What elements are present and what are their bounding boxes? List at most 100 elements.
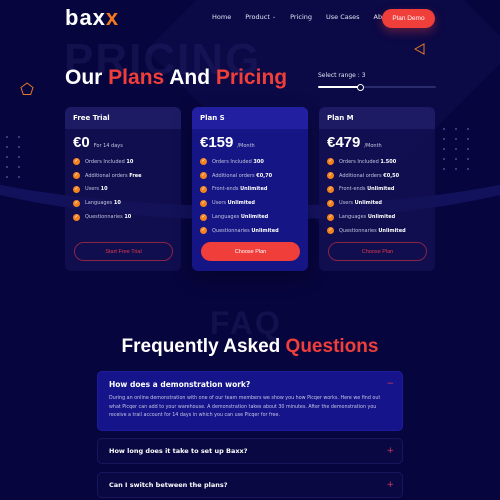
feature-text: Additional orders [339, 172, 382, 179]
feature-text: Questionnaries [85, 214, 123, 221]
plan-period: /Month [364, 143, 382, 149]
nav-item-product[interactable]: Product ⌄ [245, 13, 276, 21]
range-label: Select range : 3 [318, 72, 366, 79]
title-accent: Plans [108, 66, 165, 89]
feature-value: Unlimited [378, 227, 406, 234]
plan-card-plan-m: Plan M €479 /Month ✓ Orders Included 1.50… [319, 107, 435, 271]
feature-text: Languages [85, 200, 113, 207]
plan-period: /Month [237, 143, 255, 149]
plan-price: €0 [73, 134, 90, 151]
check-icon: ✓ [200, 185, 207, 193]
range-slider[interactable] [318, 83, 436, 91]
feature-value: 10 [100, 186, 108, 193]
plan-price: €159 [200, 134, 234, 151]
feature-value: Free [129, 172, 142, 179]
plan-card-free-trial: Free Trial €0 For 14 days ✓ Orders Includ… [65, 107, 181, 271]
title-accent: Questions [285, 336, 379, 357]
title-part: Frequently Asked [121, 336, 286, 357]
feature-item: ✓ Orders Included 1.500 [327, 155, 427, 169]
plan-card-plan-s: Plan S €159 /Month ✓ Orders Included 300 … [192, 107, 308, 271]
feature-text: Questionnaries [339, 227, 377, 234]
dot-grid-left [6, 136, 20, 178]
dot-grid-right [443, 128, 469, 170]
range-fill [318, 86, 361, 88]
expand-icon[interactable]: + [386, 480, 394, 490]
feature-value: €0,50 [383, 172, 400, 179]
choose-plan-s-button[interactable]: Choose Plan [201, 242, 300, 261]
feature-item: ✓ Languages Unlimited [327, 210, 427, 224]
title-part: And [164, 66, 216, 89]
start-free-trial-button[interactable]: Start Free Trial [74, 242, 173, 261]
chevron-down-icon: ⌄ [271, 14, 277, 20]
nav-label: Pricing [290, 13, 313, 21]
plan-name: Plan S [192, 107, 308, 129]
check-icon: ✓ [200, 199, 207, 207]
feature-item: ✓ Questionnaries Unlimited [327, 224, 427, 238]
feature-item: ✓ Front-ends Unlimited [200, 183, 300, 197]
feature-item: ✓ Additional orders €0,50 [327, 169, 427, 183]
feature-item: ✓ Languages Unlimited [200, 210, 300, 224]
feature-item: ✓ Languages 10 [73, 196, 173, 210]
feature-text: Users [339, 200, 354, 207]
feature-item: ✓ Additional orders Free [73, 169, 173, 183]
range-selector: Select range : 3 [318, 72, 436, 91]
page-title: Our Plans And Pricing [65, 66, 287, 90]
feature-value: 300 [253, 158, 264, 165]
pentagon-icon [20, 82, 34, 95]
faq-question: Can I switch between the plans? [109, 481, 228, 489]
feature-text: Additional orders [85, 172, 128, 179]
faq-item[interactable]: How does a demonstration work? During an… [97, 371, 403, 431]
logo-accent: x [105, 5, 120, 30]
logo[interactable]: baxx [65, 5, 119, 31]
nav-label: Use Cases [326, 13, 360, 21]
plan-name: Free Trial [65, 107, 181, 129]
range-thumb[interactable] [356, 83, 364, 91]
check-icon: ✓ [327, 185, 334, 193]
feature-value: Unlimited [354, 200, 382, 207]
feature-item: ✓ Users Unlimited [327, 196, 427, 210]
feature-list: ✓ Orders Included 300 ✓ Additional orders … [192, 153, 308, 240]
faq-question: How does a demonstration work? [109, 380, 251, 389]
nav-item-pricing[interactable]: Pricing [290, 13, 312, 21]
triangle-icon [414, 43, 425, 55]
feature-text: Front-ends [339, 186, 366, 193]
expand-icon[interactable]: + [386, 446, 394, 456]
faq-item[interactable]: How long does it take to set up Baxx? + [97, 438, 403, 464]
logo-text: bax [65, 5, 106, 30]
feature-list: ✓ Orders Included 10 ✓ Additional orders F… [65, 153, 181, 226]
check-icon: ✓ [73, 199, 80, 207]
feature-text: Languages [339, 214, 367, 221]
feature-value: 10 [126, 158, 134, 165]
feature-value: Unlimited [251, 227, 279, 234]
feature-text: Questionnaries [212, 227, 250, 234]
plan-demo-button[interactable]: Plan Demo [382, 9, 435, 28]
feature-list: ✓ Orders Included 1.500 ✓ Additional order… [319, 153, 435, 240]
check-icon: ✓ [327, 172, 334, 180]
check-icon: ✓ [73, 213, 80, 221]
feature-text: Orders Included [212, 158, 252, 165]
feature-value: 10 [113, 200, 121, 207]
faq-item[interactable]: Can I switch between the plans? + [97, 472, 403, 498]
feature-text: Users [212, 200, 227, 207]
feature-value: Unlimited [240, 186, 268, 193]
title-accent: Pricing [215, 66, 288, 89]
choose-plan-m-button[interactable]: Choose Plan [328, 242, 427, 261]
title-part: Our [65, 66, 109, 89]
faq-title: Frequently Asked Questions [0, 336, 500, 358]
check-icon: ✓ [327, 213, 334, 221]
feature-value: Unlimited [367, 186, 395, 193]
collapse-icon[interactable]: − [386, 379, 394, 389]
feature-value: 1.500 [380, 158, 397, 165]
feature-text: Orders Included [85, 158, 125, 165]
feature-text: Languages [212, 214, 240, 221]
faq-answer: During an online demonstration with one … [109, 396, 381, 418]
feature-item: ✓ Orders Included 300 [200, 155, 300, 169]
nav-item-home[interactable]: Home [212, 13, 231, 21]
check-icon: ✓ [200, 172, 207, 180]
nav-item-use-cases[interactable]: Use Cases [326, 13, 360, 21]
check-icon: ✓ [73, 185, 80, 193]
feature-item: ✓ Users Unlimited [200, 196, 300, 210]
feature-item: ✓ Questionnaries Unlimited [200, 224, 300, 238]
feature-item: ✓ Additional orders €0,70 [200, 169, 300, 183]
check-icon: ✓ [200, 227, 207, 235]
